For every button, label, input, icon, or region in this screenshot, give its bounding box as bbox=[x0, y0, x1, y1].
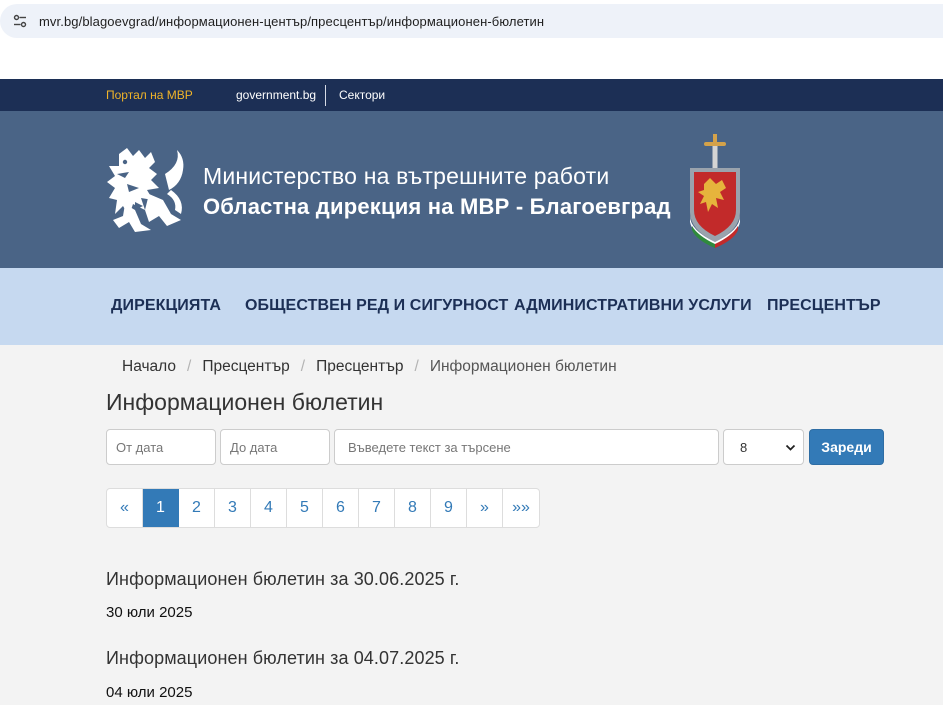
bulletin-date: 30 юли 2025 bbox=[106, 604, 193, 621]
page-size-value: 8 bbox=[740, 439, 748, 455]
chevron-down-icon bbox=[785, 444, 796, 451]
header-title-directorate: Областна дирекция на МВР - Благоевград bbox=[203, 194, 671, 219]
pagination: « 1 2 3 4 5 6 7 8 9 » »» bbox=[106, 488, 540, 528]
page-title: Информационен бюлетин bbox=[106, 389, 384, 415]
page-link-4[interactable]: 4 bbox=[251, 489, 287, 527]
breadcrumb-press-center-2[interactable]: Пресцентър bbox=[316, 358, 403, 376]
breadcrumb: Начало / Пресцентър / Пресцентър / Инфор… bbox=[122, 358, 617, 376]
page-link-5[interactable]: 5 bbox=[287, 489, 323, 527]
from-date-input[interactable]: От дата bbox=[106, 429, 216, 465]
breadcrumb-separator: / bbox=[187, 358, 192, 375]
site-settings-icon[interactable] bbox=[9, 10, 31, 32]
to-date-input[interactable]: До дата bbox=[220, 429, 330, 465]
breadcrumb-current: Информационен бюлетин bbox=[429, 358, 617, 375]
topbar-divider bbox=[325, 85, 326, 106]
portal-link[interactable]: Портал на МВР bbox=[106, 88, 193, 102]
government-link[interactable]: government.bg bbox=[236, 88, 316, 102]
breadcrumb-separator: / bbox=[300, 358, 306, 375]
nav-item-directorate[interactable]: ДИРЕКЦИЯТА bbox=[111, 297, 221, 315]
site-header: Министерство на вътрешните работи Област… bbox=[0, 111, 943, 268]
url-text[interactable]: mvr.bg/blagoevgrad/информационен-център/… bbox=[39, 14, 544, 29]
breadcrumb-press-center[interactable]: Пресцентър bbox=[202, 358, 289, 376]
bulletin-title-link[interactable]: Информационен бюлетин за 30.06.2025 г. bbox=[106, 569, 459, 590]
page-next[interactable]: » bbox=[467, 489, 503, 527]
load-button[interactable]: Зареди bbox=[809, 429, 884, 465]
nav-item-admin-services[interactable]: АДМИНИСТРАТИВНИ УСЛУГИ bbox=[514, 297, 752, 315]
bulletin-title-link[interactable]: Информационен бюлетин за 04.07.2025 г. bbox=[106, 648, 459, 669]
nav-item-press-center[interactable]: ПРЕСЦЕНТЪР bbox=[767, 297, 881, 315]
page-link-2[interactable]: 2 bbox=[179, 489, 215, 527]
browser-chrome: mvr.bg/blagoevgrad/информационен-център/… bbox=[0, 0, 943, 79]
page-link-8[interactable]: 8 bbox=[395, 489, 431, 527]
sectors-link[interactable]: Сектори bbox=[339, 88, 385, 102]
page-link-9[interactable]: 9 bbox=[431, 489, 467, 527]
lion-logo-icon[interactable] bbox=[105, 144, 187, 239]
search-input[interactable]: Въведете текст за търсене bbox=[334, 429, 719, 465]
page-link-1[interactable]: 1 bbox=[143, 489, 179, 527]
page-first[interactable]: « bbox=[107, 489, 143, 527]
page-link-7[interactable]: 7 bbox=[359, 489, 395, 527]
bulletin-date: 04 юли 2025 bbox=[106, 684, 193, 701]
page-last[interactable]: »» bbox=[503, 489, 539, 527]
main-nav: ДИРЕКЦИЯТА ОБЩЕСТВЕН РЕД И СИГУРНОСТ АДМ… bbox=[0, 268, 943, 345]
top-bar: Портал на МВР government.bg Сектори bbox=[0, 79, 943, 111]
nav-item-public-order[interactable]: ОБЩЕСТВЕН РЕД И СИГУРНОСТ bbox=[245, 297, 508, 315]
address-bar[interactable]: mvr.bg/blagoevgrad/информационен-център/… bbox=[0, 4, 943, 38]
page-link-3[interactable]: 3 bbox=[215, 489, 251, 527]
breadcrumb-home[interactable]: Начало bbox=[122, 358, 176, 376]
mvr-crest-icon bbox=[690, 134, 740, 248]
header-title-ministry: Министерство на вътрешните работи bbox=[203, 163, 610, 189]
page-size-select[interactable]: 8 bbox=[723, 429, 804, 465]
page-link-6[interactable]: 6 bbox=[323, 489, 359, 527]
breadcrumb-separator: / bbox=[414, 358, 419, 375]
